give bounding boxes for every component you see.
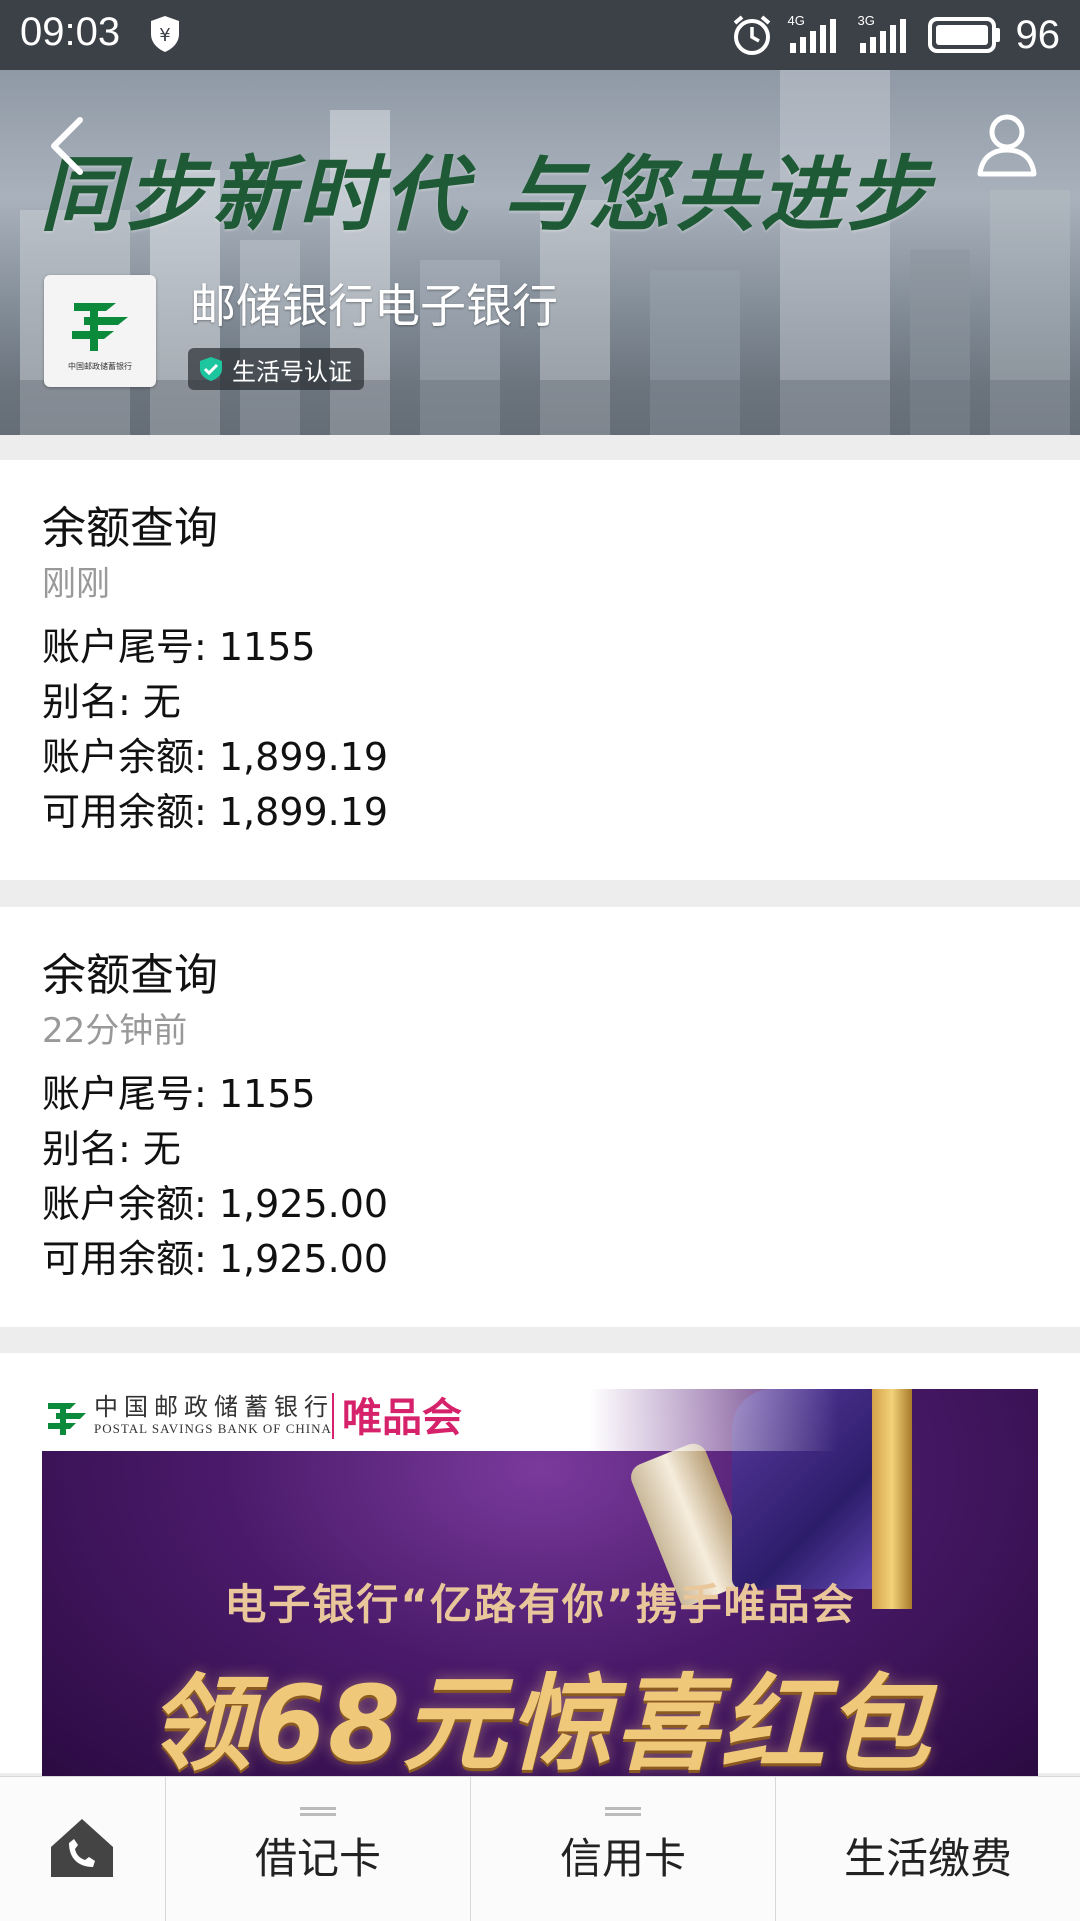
account-alias: 别名: 无 <box>42 1127 181 1171</box>
promo-partner-logo: 唯品会 <box>342 1395 462 1441</box>
signal-4g-icon: 4G <box>788 13 844 55</box>
menu-label: 信用卡 <box>559 1833 686 1883</box>
back-button[interactable] <box>40 110 100 180</box>
message-card-1[interactable]: 余额查询 刚刚 账户尾号: 1155 别名: 无 账户余额: 1,899.19 … <box>0 460 1080 880</box>
promo-divider <box>332 1393 334 1439</box>
bank-logo: 中国邮政储蓄银行 <box>44 275 156 387</box>
account-alias: 别名: 无 <box>42 680 181 724</box>
status-bar: 09:03 ¥ 4G 3G 96 <box>0 0 1080 70</box>
submenu-indicator-icon <box>300 1807 336 1816</box>
available-balance: 可用余额: 1,925.00 <box>42 1237 389 1281</box>
profile-icon[interactable] <box>974 110 1040 180</box>
postal-bank-logo-icon: 中国邮政储蓄银行 <box>68 303 132 371</box>
svg-text:¥: ¥ <box>159 25 170 46</box>
account-tail-number: 账户尾号: 1155 <box>42 625 316 669</box>
keyboard-switch-icon <box>51 1819 113 1877</box>
submenu-indicator-icon <box>605 1807 641 1816</box>
promo-card[interactable]: 中国邮政储蓄银行 POSTAL SAVINGS BANK OF CHINA 唯品… <box>0 1353 1080 1789</box>
signal-3g-icon: 3G <box>858 13 914 55</box>
verified-shield-icon <box>200 357 222 381</box>
status-time: 09:03 <box>20 10 121 54</box>
promo-bank-name-en: POSTAL SAVINGS BANK OF CHINA <box>94 1421 332 1436</box>
message-title: 余额查询 <box>42 503 218 554</box>
alarm-icon <box>733 15 770 55</box>
menu-utility-payment[interactable]: 生活缴费 <box>776 1777 1080 1921</box>
promo-subtitle: 电子银行“亿路有你”携手唯品会 <box>224 1580 856 1629</box>
battery-level: 96 <box>1015 12 1061 57</box>
message-time: 22分钟前 <box>42 1011 188 1051</box>
message-title: 余额查询 <box>42 950 218 1001</box>
promo-headline: 领68元惊喜红包 <box>147 1663 933 1785</box>
postal-bank-logo-icon <box>48 1403 86 1435</box>
status-indicators: 4G 3G 96 <box>730 10 1061 60</box>
available-balance: 可用余额: 1,899.19 <box>42 790 389 834</box>
message-card-2[interactable]: 余额查询 22分钟前 账户尾号: 1155 别名: 无 账户余额: 1,925.… <box>0 907 1080 1327</box>
account-header-banner: 同步新时代 与您共进步 中国邮政储蓄银行 邮储银行电子银行 生活号认证 <box>0 70 1080 435</box>
menu-debit-card[interactable]: 借记卡 <box>166 1777 471 1921</box>
account-balance: 账户余额: 1,899.19 <box>42 735 389 779</box>
switch-to-keyboard-button[interactable] <box>0 1777 166 1921</box>
battery-icon <box>927 17 1000 53</box>
bottom-menu: 借记卡 信用卡 生活缴费 <box>0 1776 1080 1921</box>
account-name[interactable]: 邮储银行电子银行 <box>190 270 558 336</box>
promo-bank-name: 中国邮政储蓄银行 <box>94 1393 334 1421</box>
promo-header-strip: 中国邮政储蓄银行 POSTAL SAVINGS BANK OF CHINA 唯品… <box>42 1389 1038 1451</box>
shield-yuan-icon: ¥ <box>151 16 179 52</box>
message-time: 刚刚 <box>42 564 110 604</box>
city-skyline-graphic <box>0 70 1080 435</box>
banner-slogan: 同步新时代 与您共进步 <box>40 147 933 243</box>
verification-badge: 生活号认证 <box>188 348 364 390</box>
svg-text:中国邮政储蓄银行: 中国邮政储蓄银行 <box>68 361 132 371</box>
account-tail-number: 账户尾号: 1155 <box>42 1072 316 1116</box>
account-balance: 账户余额: 1,925.00 <box>42 1182 389 1226</box>
menu-label: 生活缴费 <box>843 1833 1012 1883</box>
menu-credit-card[interactable]: 信用卡 <box>471 1777 776 1921</box>
menu-label: 借记卡 <box>254 1833 381 1883</box>
verification-label: 生活号认证 <box>232 357 352 386</box>
promo-banner-image[interactable]: 中国邮政储蓄银行 POSTAL SAVINGS BANK OF CHINA 唯品… <box>42 1389 1038 1789</box>
